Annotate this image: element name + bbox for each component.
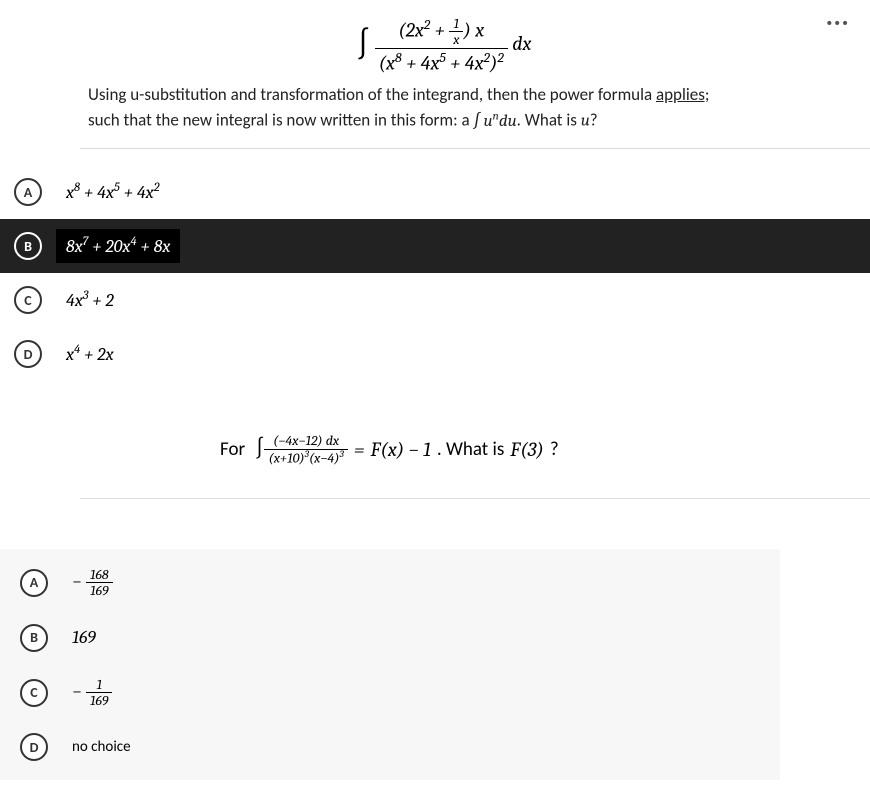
question-2-options: A −168169 B 169 C −1169 Dno choice bbox=[0, 549, 780, 781]
option-c[interactable]: C −1169 bbox=[0, 665, 780, 721]
option-letter: A bbox=[20, 569, 48, 597]
option-text: 169 bbox=[62, 621, 106, 654]
option-letter: A bbox=[14, 178, 42, 206]
option-letter: C bbox=[14, 286, 42, 314]
option-text: −1169 bbox=[62, 671, 122, 715]
integral-expression: ∫ (2x2 + 1x) x (x8 + 4x5 + 4x2)2 dx bbox=[88, 16, 800, 75]
option-text: no choice bbox=[62, 732, 141, 762]
option-d[interactable]: Dx4 + 2x bbox=[0, 327, 870, 381]
question-2-prompt: For ∫ (−4x−12) dx (x+10)3(x−4)3 = F(x) −… bbox=[220, 421, 810, 483]
option-text: 8x7 + 20x4 + 8x bbox=[56, 229, 180, 263]
option-letter: C bbox=[20, 679, 48, 707]
option-a[interactable]: Ax8 + 4x5 + 4x2 bbox=[0, 165, 870, 219]
more-icon[interactable]: ··· bbox=[826, 18, 850, 26]
option-letter: D bbox=[20, 733, 48, 761]
option-b[interactable]: B 169 bbox=[0, 611, 780, 665]
option-letter: B bbox=[20, 624, 48, 652]
option-a[interactable]: A −168169 bbox=[0, 555, 780, 611]
option-letter: B bbox=[14, 232, 42, 260]
option-d[interactable]: Dno choice bbox=[0, 720, 780, 774]
option-text: −168169 bbox=[62, 561, 123, 605]
option-c[interactable]: C 4x3 + 2 bbox=[0, 273, 870, 327]
option-text: x4 + 2x bbox=[56, 337, 124, 371]
option-letter: D bbox=[14, 340, 42, 368]
question-1-prompt: Using u-substitution and transformation … bbox=[88, 83, 800, 135]
question-2: For ∫ (−4x−12) dx (x+10)3(x−4)3 = F(x) −… bbox=[0, 411, 870, 780]
question-1-header: ∫ (2x2 + 1x) x (x8 + 4x5 + 4x2)2 dx Usin… bbox=[0, 0, 870, 149]
option-b[interactable]: B 8x7 + 20x4 + 8x bbox=[0, 219, 870, 273]
option-text: 4x3 + 2 bbox=[56, 283, 124, 317]
question-1-options: Ax8 + 4x5 + 4x2 B 8x7 + 20x4 + 8x C 4x3 + 2 D… bbox=[0, 165, 870, 381]
option-text: x8 + 4x5 + 4x2 bbox=[56, 175, 170, 209]
question-1: ··· ∫ (2x2 + 1x) x (x8 + 4x5 + 4x2)2 dx … bbox=[0, 0, 870, 381]
